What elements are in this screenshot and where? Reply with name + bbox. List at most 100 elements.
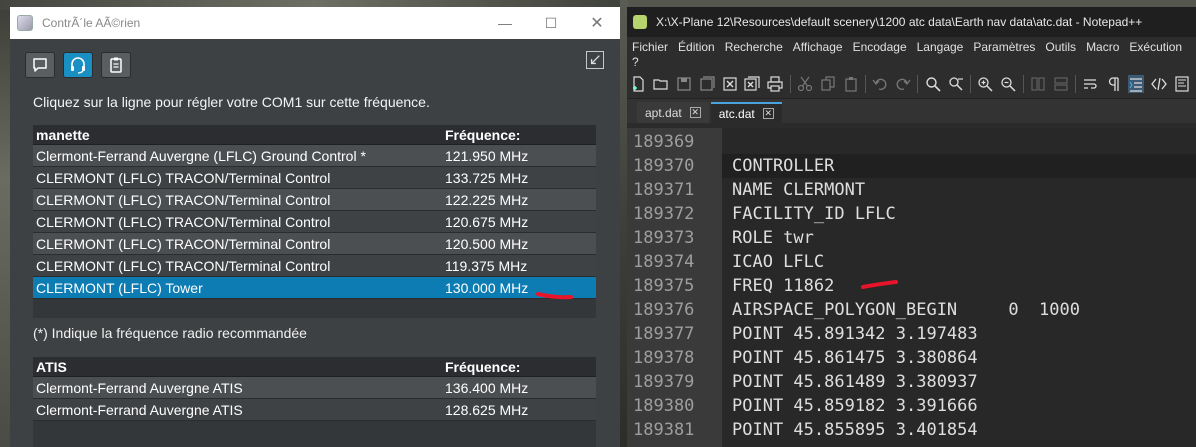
menu-item[interactable]: Langage: [912, 40, 969, 54]
doc-map-button[interactable]: [1173, 75, 1190, 93]
show-all-chars-button[interactable]: [1105, 75, 1122, 93]
editor-line[interactable]: 189377 POINT 45.891342 3.197483: [627, 322, 1196, 346]
pilcrow-icon: [1109, 76, 1119, 91]
copy-button[interactable]: [819, 75, 836, 93]
close-file-button[interactable]: [721, 75, 738, 93]
close-button[interactable]: ✕: [574, 7, 620, 39]
table-row[interactable]: CLERMONT (LFLC) TRACON/Terminal Control 1…: [33, 189, 596, 211]
line-text: POINT 45.861475 3.380864: [732, 348, 978, 368]
controller-frequency: 120.675 MHz: [445, 213, 529, 230]
clipboard-button[interactable]: [101, 52, 131, 78]
close-tab-icon[interactable]: ✕: [762, 108, 774, 119]
close-tab-icon[interactable]: ✕: [689, 107, 701, 118]
line-number: 189380: [633, 396, 695, 416]
sync-vertical-button[interactable]: [1029, 75, 1046, 93]
menu-item[interactable]: Recherche: [720, 40, 788, 54]
replace-button[interactable]: [947, 75, 964, 93]
editor-line[interactable]: 189370 CONTROLLER: [627, 154, 1196, 178]
chat-button[interactable]: [25, 52, 55, 78]
editor-line[interactable]: 189381 POINT 45.855895 3.401854: [627, 418, 1196, 442]
editor-line[interactable]: 189373 ROLE twr: [627, 226, 1196, 250]
menu-item[interactable]: Édition: [673, 40, 720, 54]
atis-name: Clermont-Ferrand Auvergne ATIS: [36, 379, 243, 396]
file-tab[interactable]: atc.dat ✕: [710, 102, 782, 123]
paste-button[interactable]: [842, 75, 859, 93]
indent-guide-button[interactable]: [1127, 74, 1145, 93]
find-button[interactable]: [924, 75, 941, 93]
close-all-icon: [744, 75, 760, 91]
notepad-window: X:\X-Plane 12\Resources\default scenery\…: [627, 7, 1196, 447]
table-row[interactable]: CLERMONT (LFLC) TRACON/Terminal Control 1…: [33, 211, 596, 233]
menu-item[interactable]: Encodage: [848, 40, 912, 54]
editor-line[interactable]: 189371 NAME CLERMONT: [627, 178, 1196, 202]
line-text: FREQ 11862: [732, 276, 835, 296]
line-text: POINT 45.855895 3.401854: [732, 420, 978, 440]
editor-line[interactable]: 189378 POINT 45.861475 3.380864: [627, 346, 1196, 370]
paste-icon: [844, 76, 857, 92]
table-row[interactable]: CLERMONT (LFLC) TRACON/Terminal Control 1…: [33, 167, 596, 189]
editor-line[interactable]: 189375 FREQ 11862: [627, 274, 1196, 298]
notepad-window-title: X:\X-Plane 12\Resources\default scenery\…: [656, 15, 1143, 29]
atis-table-header: ATIS Fréquence:: [33, 357, 596, 377]
table-row[interactable]: Clermont-Ferrand Auvergne (LFLC) Ground …: [33, 145, 596, 167]
line-number: 189379: [633, 372, 695, 392]
menu-item[interactable]: Fichier: [627, 40, 673, 54]
open-folder-icon: [653, 78, 668, 90]
table-row[interactable]: CLERMONT (LFLC) TRACON/Terminal Control 1…: [33, 233, 596, 255]
line-number: 189370: [633, 156, 695, 176]
popout-button[interactable]: [586, 51, 604, 69]
zoom-out-button[interactable]: [1000, 75, 1017, 93]
maximize-button[interactable]: ☐: [528, 7, 574, 39]
menu-item[interactable]: Affichage: [788, 40, 848, 54]
headset-button[interactable]: [63, 52, 93, 78]
menu-item[interactable]: Outils: [1040, 40, 1081, 54]
redo-button[interactable]: [895, 75, 912, 93]
controllers-table: manette Fréquence: Clermont-Ferrand Auve…: [33, 125, 596, 318]
atis-frequency: 128.625 MHz: [445, 401, 529, 418]
table-row[interactable]: CLERMONT (LFLC) Tower 130.000 MHz: [33, 277, 596, 299]
menu-item[interactable]: Macro: [1081, 40, 1124, 54]
notepad-titlebar[interactable]: X:\X-Plane 12\Resources\default scenery\…: [627, 7, 1196, 37]
controller-name: CLERMONT (LFLC) TRACON/Terminal Control: [36, 169, 331, 186]
editor-line[interactable]: 189372 FACILITY_ID LFLC: [627, 202, 1196, 226]
menu-item[interactable]: Exécution: [1124, 40, 1187, 54]
save-all-button[interactable]: [698, 75, 715, 93]
toolbar-separator: [917, 74, 919, 93]
print-button[interactable]: [767, 75, 784, 93]
editor-line[interactable]: 189374 ICAO LFLC: [627, 250, 1196, 274]
new-file-button[interactable]: [630, 75, 647, 93]
table-row[interactable]: Clermont-Ferrand Auvergne ATIS 128.625 MH…: [33, 399, 596, 421]
new-file-icon: [633, 75, 644, 92]
menu-item[interactable]: Paramètres: [968, 40, 1040, 54]
table-row[interactable]: CLERMONT (LFLC) TRACON/Terminal Control 1…: [33, 255, 596, 277]
text-editor[interactable]: 189369 189370 CONTROLLER 189371 NAME CLERMON…: [627, 128, 1196, 447]
editor-line[interactable]: 189380 POINT 45.859182 3.391666: [627, 394, 1196, 418]
search-icon: [926, 76, 941, 92]
open-file-button[interactable]: [653, 75, 670, 93]
controllers-table-header: manette Fréquence:: [33, 125, 596, 145]
editor-line[interactable]: 189369: [627, 130, 1196, 154]
atis-table: ATIS Fréquence: Clermont-Ferrand Auvergn…: [33, 357, 596, 447]
language-tag-button[interactable]: [1150, 75, 1167, 93]
menu-help[interactable]: ?: [632, 55, 639, 69]
print-icon: [767, 75, 783, 92]
editor-line[interactable]: 189379 POINT 45.861489 3.380937: [627, 370, 1196, 394]
undo-button[interactable]: [872, 75, 889, 93]
save-button[interactable]: [676, 75, 693, 93]
editor-line[interactable]: 189376 AIRSPACE_POLYGON_BEGIN 0 1000: [627, 298, 1196, 322]
zoom-in-button[interactable]: [977, 75, 994, 93]
close-all-button[interactable]: [744, 75, 761, 93]
line-text: AIRSPACE_POLYGON_BEGIN 0 1000: [732, 300, 1080, 320]
zoom-out-icon: [1001, 76, 1016, 92]
notepadpp-icon: [633, 15, 647, 29]
word-wrap-button[interactable]: [1082, 75, 1099, 93]
cut-button[interactable]: [797, 75, 814, 93]
app-icon: [17, 15, 33, 31]
toolbar-separator: [864, 74, 866, 93]
sync-horizontal-button[interactable]: [1052, 75, 1069, 93]
toolbar-separator: [1075, 74, 1076, 93]
table-row[interactable]: Clermont-Ferrand Auvergne ATIS 136.400 MH…: [33, 377, 596, 399]
atc-titlebar[interactable]: ContrÃ´le AÃ©rien — ☐ ✕: [10, 7, 620, 39]
minimize-button[interactable]: —: [482, 7, 528, 39]
file-tab[interactable]: apt.dat ✕: [637, 102, 709, 123]
